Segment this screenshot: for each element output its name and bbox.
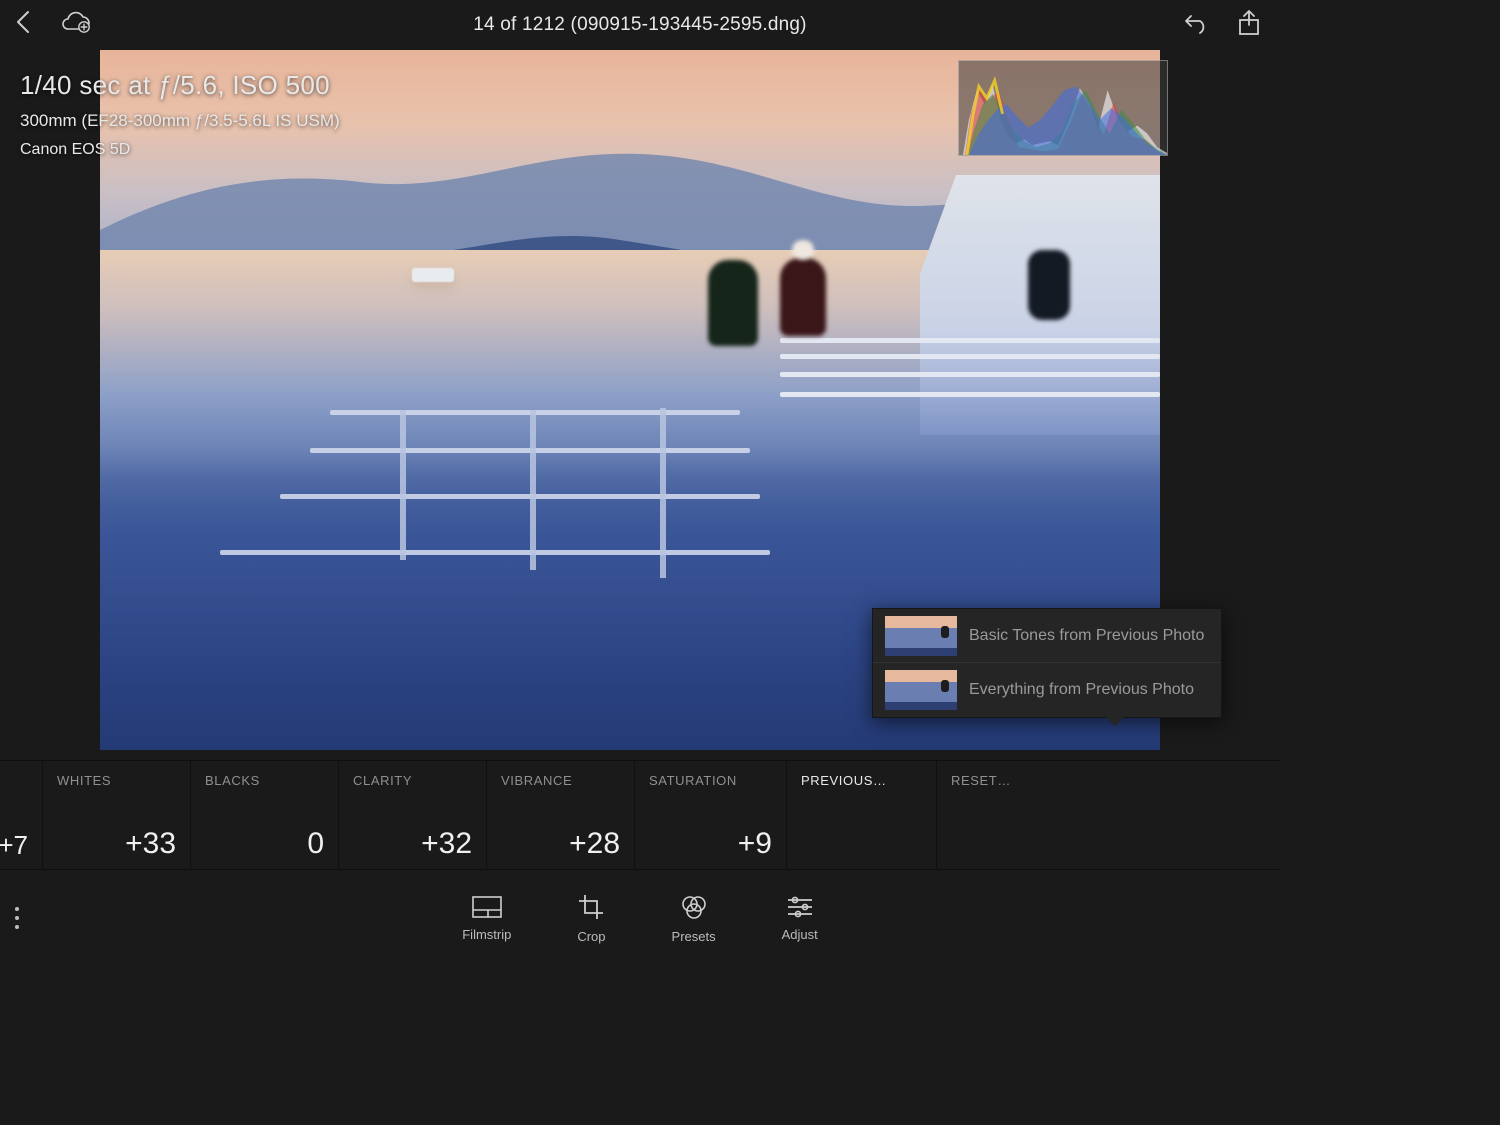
back-icon[interactable] (14, 8, 34, 36)
slider-saturation[interactable]: SATURATION +9 (634, 760, 786, 870)
tool-label: Filmstrip (462, 927, 511, 942)
action-previous[interactable]: PREVIOUS… (786, 760, 936, 870)
more-icon[interactable] (14, 906, 20, 930)
popup-item-basic-tones[interactable]: Basic Tones from Previous Photo (873, 609, 1221, 663)
exif-overlay: 1/40 sec at ƒ/5.6, ISO 500 300mm (EF28-3… (20, 70, 340, 159)
adjust-sliders-row: +7 WHITES +33 BLACKS 0 CLARITY +32 VIBRA… (0, 760, 1280, 870)
popup-thumb-icon (885, 670, 957, 710)
slider-vibrance[interactable]: VIBRANCE +28 (486, 760, 634, 870)
slider-clarity[interactable]: CLARITY +32 (338, 760, 486, 870)
popup-item-label: Everything from Previous Photo (969, 681, 1194, 699)
exif-lens: 300mm (EF28-300mm ƒ/3.5-5.6L IS USM) (20, 111, 340, 131)
slider-blacks[interactable]: BLACKS 0 (190, 760, 338, 870)
slider-label: CLARITY (353, 773, 472, 788)
tool-presets[interactable]: Presets (672, 894, 716, 944)
adjust-icon (786, 896, 814, 921)
action-label: PREVIOUS… (801, 773, 922, 788)
cloud-add-icon[interactable] (58, 10, 92, 34)
tool-label: Crop (577, 929, 605, 944)
tool-label: Adjust (782, 927, 818, 942)
tool-crop[interactable]: Crop (577, 894, 605, 944)
page-title: 14 of 1212 (090915-193445-2595.dng) (473, 14, 806, 36)
slider-value: +33 (57, 827, 176, 861)
tool-adjust[interactable]: Adjust (782, 896, 818, 942)
slider-label: VIBRANCE (501, 773, 620, 788)
slider-label: SATURATION (649, 773, 772, 788)
undo-icon[interactable] (1182, 12, 1210, 34)
presets-icon (680, 894, 708, 923)
crop-icon (578, 894, 604, 923)
exif-exposure: 1/40 sec at ƒ/5.6, ISO 500 (20, 70, 340, 101)
tool-label: Presets (672, 929, 716, 944)
slider-value: +28 (501, 827, 620, 861)
slider-label: BLACKS (205, 773, 324, 788)
slider-leading-value[interactable]: +7 (0, 760, 42, 870)
slider-value: +32 (353, 827, 472, 861)
popup-item-everything[interactable]: Everything from Previous Photo (873, 663, 1221, 717)
filmstrip-icon (472, 896, 502, 921)
exif-camera: Canon EOS 5D (20, 141, 340, 159)
tool-filmstrip[interactable]: Filmstrip (462, 896, 511, 942)
popup-item-label: Basic Tones from Previous Photo (969, 627, 1204, 645)
slider-value: +7 (0, 830, 28, 861)
share-icon[interactable] (1238, 10, 1260, 36)
slider-label: WHITES (57, 773, 176, 788)
action-reset[interactable]: RESET… (936, 760, 1280, 870)
bottom-toolbar: Filmstrip Crop Presets Adjust (0, 878, 1280, 960)
popup-thumb-icon (885, 616, 957, 656)
action-label: RESET… (951, 773, 1266, 788)
slider-value: 0 (205, 827, 324, 861)
slider-value: +9 (649, 827, 772, 861)
top-bar: 14 of 1212 (090915-193445-2595.dng) (0, 0, 1280, 50)
slider-whites[interactable]: WHITES +33 (42, 760, 190, 870)
previous-popup: Basic Tones from Previous Photo Everythi… (872, 608, 1222, 718)
histogram[interactable] (958, 60, 1168, 156)
